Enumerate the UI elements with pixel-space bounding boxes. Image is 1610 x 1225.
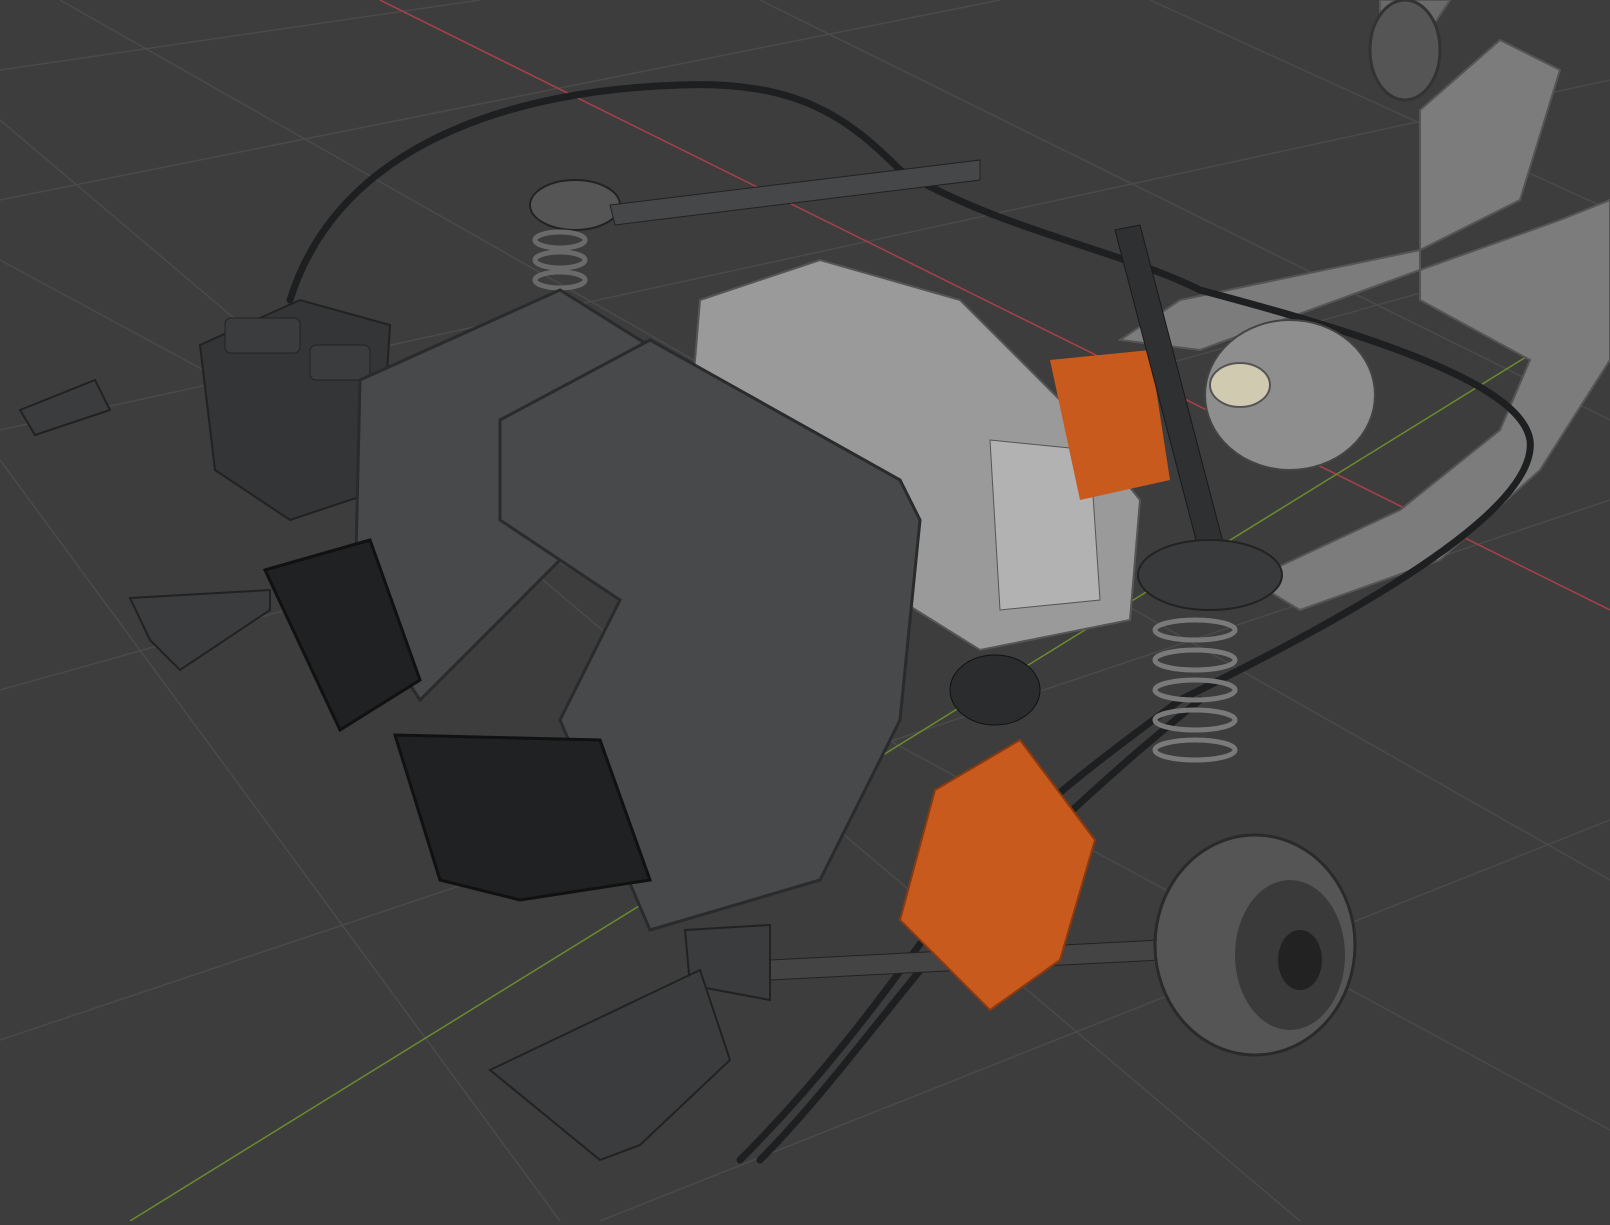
3d-viewport[interactable] [0,0,1610,1222]
brake-reservoir [949,654,1041,726]
muffler[interactable] [1204,319,1376,471]
rear-wheel-hub[interactable] [1368,0,1442,102]
viewport-canvas[interactable] [0,0,1610,1222]
front-wheel-hub[interactable] [1153,833,1357,1057]
